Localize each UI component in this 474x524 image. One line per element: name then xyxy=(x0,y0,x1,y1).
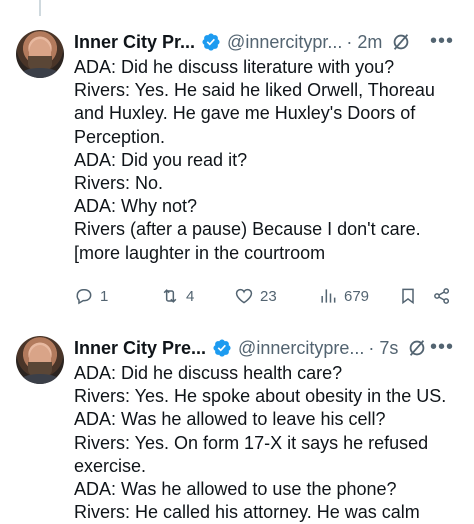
avatar[interactable] xyxy=(16,30,64,78)
view-count: 679 xyxy=(344,287,370,305)
text-line: Rivers: Yes. He said he liked Orwell, Th… xyxy=(74,80,435,101)
reply-button[interactable]: 1 xyxy=(74,286,108,306)
share-icon xyxy=(434,288,450,304)
repost-button[interactable]: 4 xyxy=(160,286,194,306)
text-line: Perception. xyxy=(74,126,166,147)
text-line: [more laughter in the courtroom xyxy=(74,242,326,263)
verified-badge-icon xyxy=(213,339,231,357)
share-button[interactable] xyxy=(432,286,458,306)
bookmark-button[interactable] xyxy=(398,286,424,306)
text-line: and Huxley. He gave me Huxley's Doors of xyxy=(74,103,416,124)
handle[interactable]: @innercitypr... xyxy=(227,32,342,53)
grok-icon[interactable] xyxy=(406,337,428,359)
reply-count: 1 xyxy=(100,287,109,305)
text-line: ADA: Did he discuss health care? xyxy=(74,363,343,383)
action-bar: 1 4 23 679 xyxy=(74,286,464,306)
repost-icon xyxy=(163,289,177,303)
more-options-icon[interactable]: ••• xyxy=(430,336,454,359)
tweet-header: Inner City Pre... @innercitypre... · 7s … xyxy=(74,336,464,360)
thread-connector xyxy=(39,0,41,16)
text-line: ADA: Was he allowed to use the phone? xyxy=(74,479,397,500)
display-name[interactable]: Inner City Pre... xyxy=(74,338,206,359)
views-button[interactable]: 679 xyxy=(318,286,369,306)
tweet-text: ADA: Did he discuss literature with you?… xyxy=(74,56,464,265)
bookmark-icon xyxy=(402,288,414,305)
timestamp[interactable]: · 7s xyxy=(368,338,398,359)
text-line: Rivers (after a pause) Because I don't c… xyxy=(74,219,421,240)
text-line: Rivers: He called his attorney. He was c… xyxy=(74,502,420,523)
handle[interactable]: @innercitypre... xyxy=(238,338,364,359)
avatar[interactable] xyxy=(16,336,64,384)
text-line: ADA: Was he allowed to leave his cell? xyxy=(74,409,386,430)
tweet-header: Inner City Pr... @innercitypr... · 2m ••… xyxy=(74,30,464,54)
tweet-text: ADA: Did he discuss health care? Rivers:… xyxy=(74,362,464,524)
text-line: exercise. xyxy=(74,455,147,476)
display-name[interactable]: Inner City Pr... xyxy=(74,32,195,53)
text-line: ADA: Did you read it? xyxy=(74,149,248,170)
text-line: Rivers: Yes. On form 17-X it says he ref… xyxy=(74,432,429,453)
like-count: 23 xyxy=(260,287,277,305)
text-line: ADA: Why not? xyxy=(74,196,198,217)
text-line: Rivers: No. xyxy=(74,173,164,194)
like-button[interactable]: 23 xyxy=(234,286,277,306)
grok-icon[interactable] xyxy=(390,31,412,53)
timestamp[interactable]: · 2m xyxy=(346,32,382,53)
text-line: Rivers: Yes. He spoke about obesity in t… xyxy=(74,386,447,407)
reply-icon xyxy=(76,289,92,305)
heart-icon xyxy=(235,288,253,304)
repost-count: 4 xyxy=(186,287,195,305)
text-line: ADA: Did he discuss literature with you? xyxy=(74,57,395,77)
verified-badge-icon xyxy=(202,33,220,51)
more-options-icon[interactable]: ••• xyxy=(430,30,454,53)
views-chart-icon xyxy=(321,289,336,303)
